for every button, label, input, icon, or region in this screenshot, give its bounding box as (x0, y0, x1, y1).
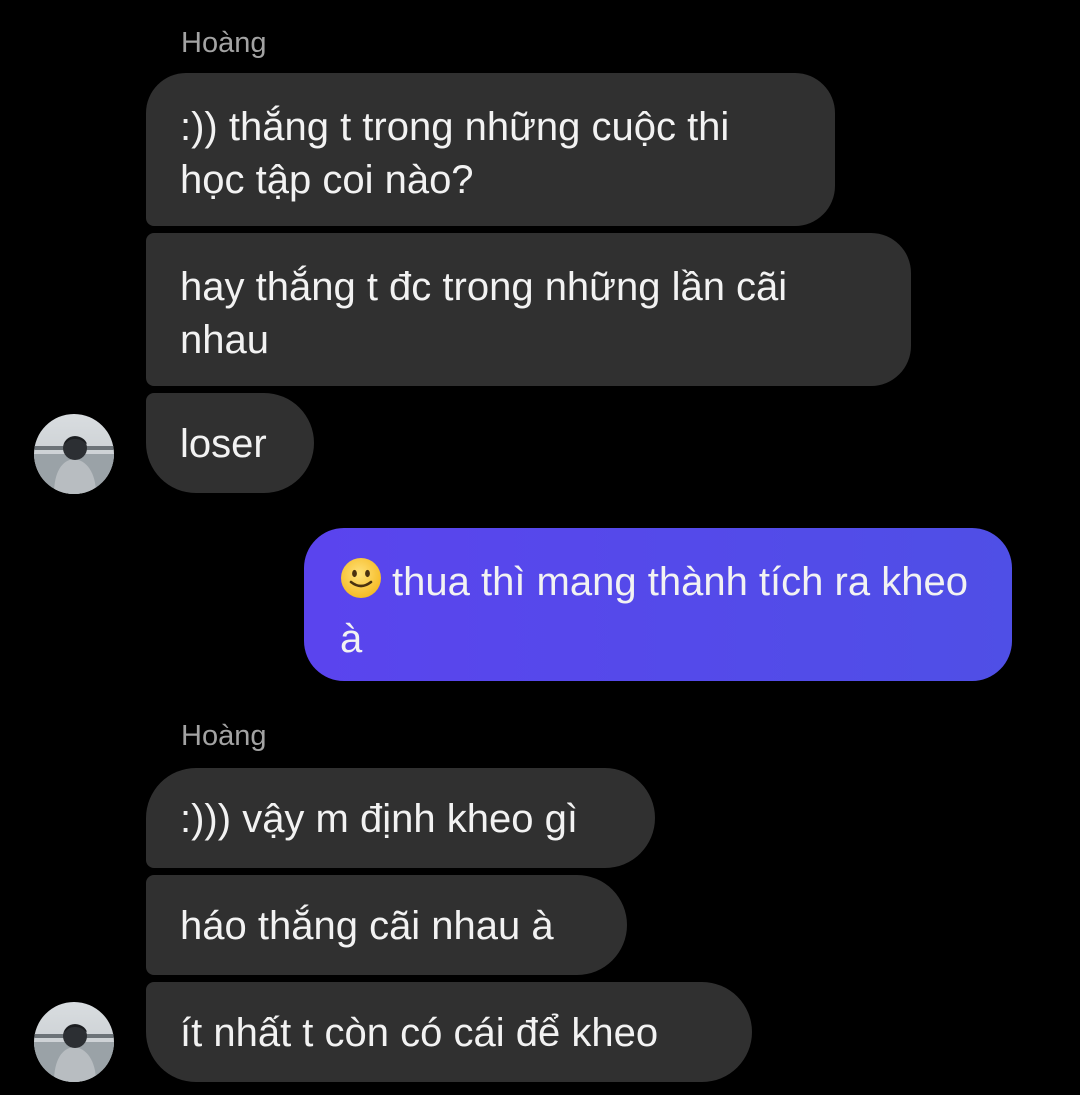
slightly-smiling-face-icon (340, 557, 382, 613)
message-bubble-incoming[interactable]: loser (146, 393, 314, 493)
message-bubble-incoming[interactable]: hay thắng t đc trong những lần cãi nhau (146, 233, 911, 386)
message-text: :))) vậy m định kheo gì (180, 797, 578, 841)
message-text: hay thắng t đc trong những lần cãi nhau (180, 265, 788, 362)
message-text: ít nhất t còn có cái để kheo (180, 1011, 659, 1055)
message-text: háo thắng cãi nhau à (180, 904, 554, 948)
sender-avatar[interactable] (34, 414, 114, 494)
message-bubble-incoming[interactable]: :))) vậy m định kheo gì (146, 768, 655, 868)
avatar-photo-icon (34, 1002, 114, 1082)
message-text: loser (180, 422, 267, 466)
message-bubble-incoming[interactable]: ít nhất t còn có cái để kheo (146, 982, 752, 1082)
avatar-photo-icon (34, 414, 114, 494)
message-text: thua thì mang thành tích ra kheo à (340, 560, 968, 661)
message-text: :)) thắng t trong những cuộc thi học tập… (180, 105, 730, 202)
message-bubble-incoming[interactable]: :)) thắng t trong những cuộc thi học tập… (146, 73, 835, 226)
sender-avatar[interactable] (34, 1002, 114, 1082)
message-bubble-outgoing[interactable]: thua thì mang thành tích ra kheo à (304, 528, 1012, 681)
sender-name: Hoàng (181, 27, 267, 59)
message-bubble-incoming[interactable]: háo thắng cãi nhau à (146, 875, 627, 975)
sender-name: Hoàng (181, 720, 267, 752)
